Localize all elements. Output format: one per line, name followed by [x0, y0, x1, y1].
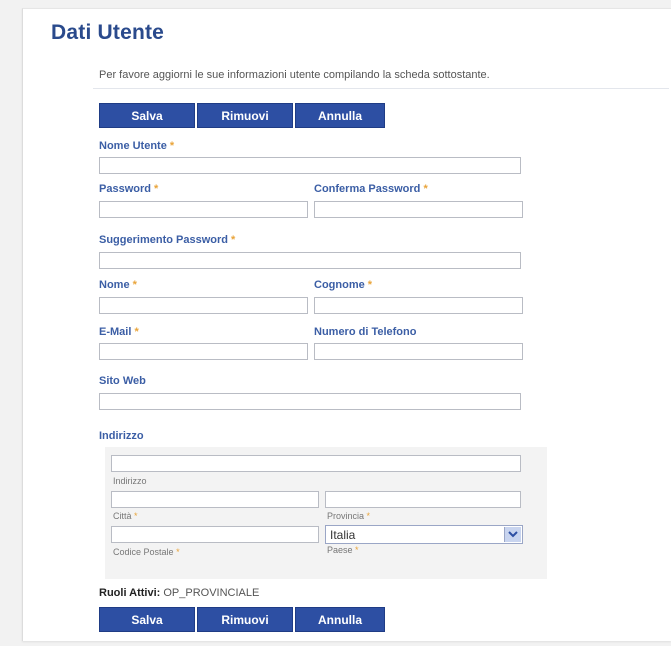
password-field[interactable] — [99, 201, 308, 218]
required-marker: * — [134, 326, 139, 338]
country-select[interactable]: Italia — [325, 525, 523, 544]
website-label: Sito Web — [99, 375, 146, 387]
required-marker: * — [134, 511, 138, 521]
chevron-down-icon-glyph — [508, 531, 518, 538]
required-marker: * — [132, 279, 137, 291]
bottom-toolbar: Salva Rimuovi Annulla — [99, 607, 385, 632]
active-roles-label: Ruoli Attivi: — [99, 587, 161, 599]
required-marker: * — [231, 234, 236, 246]
first-name-field[interactable] — [99, 297, 308, 314]
phone-label: Numero di Telefono — [314, 326, 417, 338]
website-field[interactable] — [99, 393, 521, 410]
save-button[interactable]: Salva — [99, 103, 195, 128]
country-label: Paese * — [327, 545, 359, 555]
first-name-label: Nome * — [99, 279, 137, 291]
email-field[interactable] — [99, 343, 308, 360]
address-section-label: Indirizzo — [99, 430, 144, 442]
cancel-button[interactable]: Annulla — [295, 103, 385, 128]
province-label: Provincia * — [327, 511, 371, 521]
phone-field[interactable] — [314, 343, 523, 360]
postal-code-field[interactable] — [111, 526, 319, 543]
username-field[interactable] — [99, 157, 521, 174]
required-marker: * — [423, 183, 428, 195]
active-roles: Ruoli Attivi: OP_PROVINCIALE — [99, 587, 259, 599]
country-selected-value: Italia — [330, 527, 356, 542]
postal-code-label: Codice Postale * — [113, 547, 180, 557]
last-name-field[interactable] — [314, 297, 523, 314]
city-field[interactable] — [111, 491, 319, 508]
password-hint-field[interactable] — [99, 252, 521, 269]
required-marker: * — [154, 183, 159, 195]
email-label: E-Mail * — [99, 326, 139, 338]
active-roles-value: OP_PROVINCIALE — [163, 587, 260, 599]
chevron-down-icon[interactable] — [504, 527, 521, 542]
password-hint-label: Suggerimento Password * — [99, 234, 236, 246]
required-marker: * — [355, 545, 359, 555]
last-name-label: Cognome * — [314, 279, 373, 291]
street-field[interactable] — [111, 455, 521, 472]
save-button-bottom[interactable]: Salva — [99, 607, 195, 632]
page-title: Dati Utente — [51, 21, 165, 44]
cancel-button-bottom[interactable]: Annulla — [295, 607, 385, 632]
remove-button-bottom[interactable]: Rimuovi — [197, 607, 293, 632]
confirm-password-label: Conferma Password * — [314, 183, 428, 195]
username-label: Nome Utente * — [99, 140, 175, 152]
required-marker: * — [169, 140, 175, 152]
street-label: Indirizzo — [113, 476, 147, 486]
user-data-panel: Dati Utente Per favore aggiorni le sue i… — [22, 8, 671, 641]
required-marker: * — [366, 511, 371, 521]
password-label: Password * — [99, 183, 159, 195]
required-marker: * — [176, 547, 180, 557]
city-label: Città * — [113, 511, 138, 521]
divider — [93, 88, 669, 89]
confirm-password-field[interactable] — [314, 201, 523, 218]
province-field[interactable] — [325, 491, 521, 508]
intro-text: Per favore aggiorni le sue informazioni … — [99, 69, 490, 81]
top-toolbar: Salva Rimuovi Annulla — [99, 103, 385, 128]
required-marker: * — [367, 279, 373, 291]
remove-button[interactable]: Rimuovi — [197, 103, 293, 128]
